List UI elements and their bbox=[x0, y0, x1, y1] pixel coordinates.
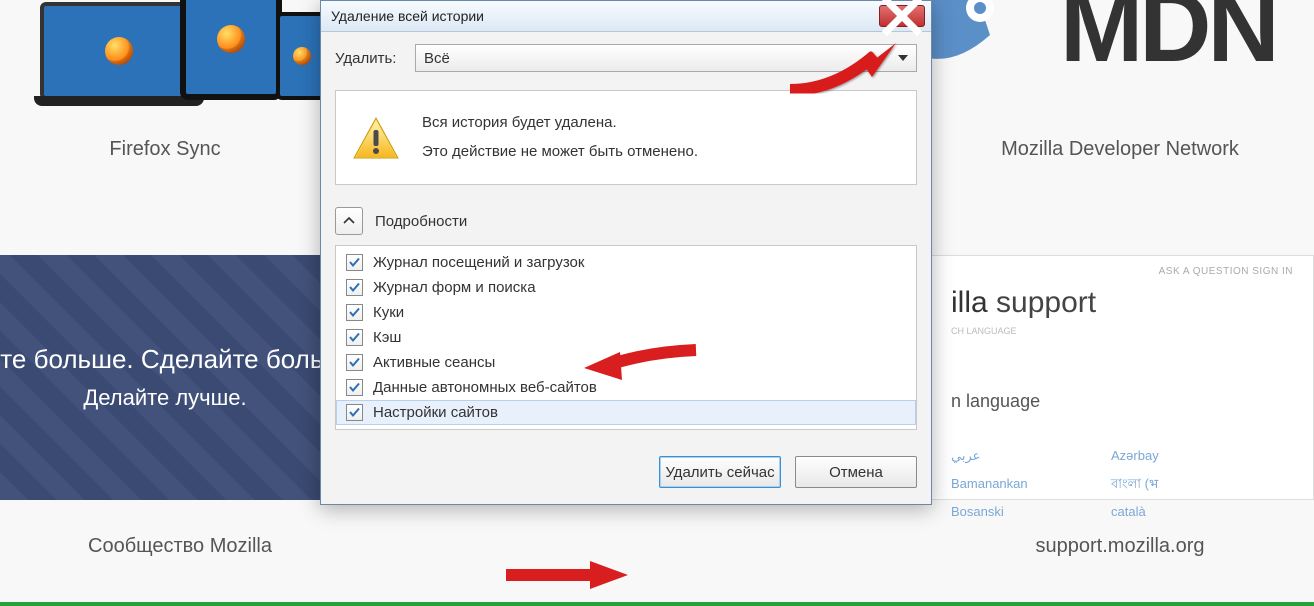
checkbox-label: Настройки сайтов bbox=[373, 404, 498, 421]
support-subhead: CH LANGUAGE bbox=[951, 326, 1313, 336]
checkbox-label: Данные автономных веб-сайтов bbox=[373, 379, 597, 396]
checkbox-label: Журнал посещений и загрузок bbox=[373, 254, 584, 271]
support-lang-links: عربيAzərbay Bamanankanবাংলা (भ Bosanskic… bbox=[951, 442, 1313, 526]
delete-range-select[interactable]: Всё bbox=[415, 44, 917, 72]
clear-history-dialog: Удаление всей истории Удалить: Всё Вся и… bbox=[320, 0, 932, 505]
history-items-list: Журнал посещений и загрузок Журнал форм и… bbox=[335, 245, 917, 430]
tile-label-community: Сообщество Mozilla bbox=[30, 535, 330, 558]
history-item-checkbox[interactable]: Активные сеансы bbox=[336, 350, 916, 375]
chevron-up-icon bbox=[343, 215, 355, 227]
devices-illustration bbox=[40, 0, 300, 100]
checkbox-label: Активные сеансы bbox=[373, 354, 495, 371]
checkbox-icon bbox=[346, 304, 363, 321]
checkbox-icon bbox=[346, 254, 363, 271]
support-panel: ASK A QUESTION SIGN IN illa support CH L… bbox=[930, 255, 1314, 500]
firefox-icon bbox=[217, 25, 245, 53]
hero-banner: йте больше. Сделайте больш Делайте лучше… bbox=[0, 255, 330, 500]
warning-line1: Вся история будет удалена. bbox=[422, 109, 698, 138]
firefox-icon bbox=[105, 37, 133, 65]
checkbox-icon bbox=[346, 379, 363, 396]
support-title: illa support bbox=[951, 286, 1313, 320]
warning-panel: Вся история будет удалена. Это действие … bbox=[335, 90, 917, 185]
history-item-checkbox[interactable]: Кэш bbox=[336, 325, 916, 350]
hero-line2: Делайте лучше. bbox=[83, 385, 246, 411]
warning-icon bbox=[352, 114, 400, 162]
hero-line1: йте больше. Сделайте больш bbox=[0, 344, 330, 375]
firefox-icon bbox=[293, 47, 311, 65]
tile-label-support: support.mozilla.org bbox=[960, 535, 1280, 558]
checkbox-label: Кэш bbox=[373, 329, 401, 346]
checkbox-label: Куки bbox=[373, 304, 404, 321]
history-item-checkbox[interactable]: Данные автономных веб-сайтов bbox=[336, 375, 916, 400]
close-button[interactable] bbox=[879, 5, 925, 27]
checkbox-label: Журнал форм и поиска bbox=[373, 279, 536, 296]
history-item-checkbox[interactable]: Настройки сайтов bbox=[336, 400, 916, 425]
checkbox-icon bbox=[346, 279, 363, 296]
mdn-wordmark: MDN bbox=[1060, 0, 1276, 85]
history-item-checkbox[interactable]: Куки bbox=[336, 300, 916, 325]
dialog-titlebar[interactable]: Удаление всей истории bbox=[321, 1, 931, 32]
close-icon bbox=[880, 0, 924, 38]
checkbox-icon bbox=[346, 329, 363, 346]
laptop-icon bbox=[40, 2, 198, 100]
support-meta: ASK A QUESTION SIGN IN bbox=[1159, 266, 1293, 277]
delete-range-label: Удалить: bbox=[335, 50, 415, 67]
dialog-title: Удаление всей истории bbox=[331, 8, 879, 24]
history-item-checkbox[interactable]: Журнал форм и поиска bbox=[336, 275, 916, 300]
details-label: Подробности bbox=[375, 213, 467, 230]
support-lang-label: n language bbox=[951, 391, 1313, 412]
cancel-button[interactable]: Отмена bbox=[795, 456, 917, 488]
chevron-down-icon bbox=[898, 55, 908, 61]
tile-label-sync: Firefox Sync bbox=[15, 138, 315, 161]
warning-line2: Это действие не может быть отменено. bbox=[422, 138, 698, 167]
delete-range-value: Всё bbox=[424, 50, 450, 67]
tile-label-mdn: Mozilla Developer Network bbox=[940, 138, 1300, 161]
tablet-icon bbox=[180, 0, 282, 100]
details-toggle[interactable] bbox=[335, 207, 363, 235]
history-item-checkbox[interactable]: Журнал посещений и загрузок bbox=[336, 250, 916, 275]
bottom-border bbox=[0, 602, 1314, 606]
clear-now-button[interactable]: Удалить сейчас bbox=[659, 456, 781, 488]
checkbox-icon bbox=[346, 354, 363, 371]
checkbox-icon bbox=[346, 404, 363, 421]
